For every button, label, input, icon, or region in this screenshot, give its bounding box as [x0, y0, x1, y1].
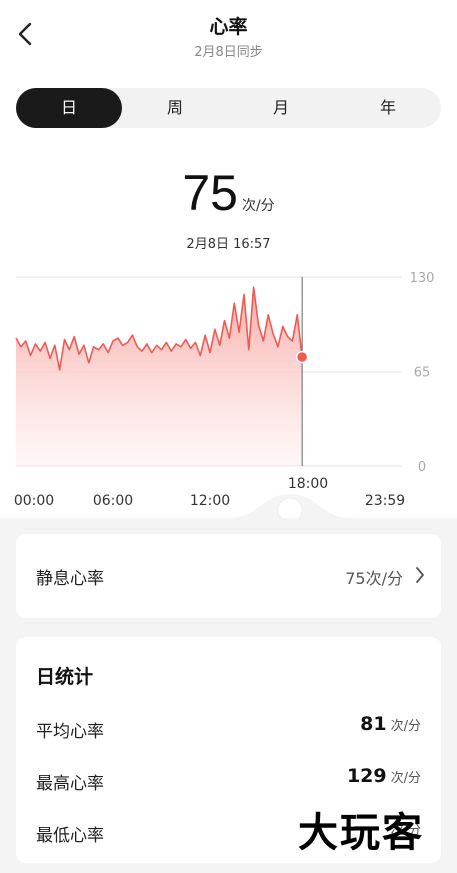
tab-year[interactable]: 年 — [335, 88, 441, 128]
current-value: 75 — [182, 165, 238, 221]
stat-value: 129 — [346, 765, 387, 787]
stat-row-max: 最高心率 129 次/分 — [36, 765, 421, 795]
cursor-dot — [295, 350, 309, 364]
header: 心率 2月8日同步 — [0, 0, 457, 70]
x-tick-label: 23:59 — [365, 493, 405, 509]
tab-day[interactable]: 日 — [16, 88, 122, 128]
stat-name: 平均心率 — [36, 722, 104, 742]
resting-value: 75次/分 — [345, 569, 403, 588]
y-tick-label: 65 — [414, 366, 431, 381]
stat-unit: 次/分 — [390, 719, 421, 734]
current-heart-rate: 75 次/分 — [0, 164, 457, 222]
sync-date: 2月8日同步 — [194, 45, 263, 60]
y-tick-label: 0 — [418, 460, 426, 475]
stat-value: 81 — [360, 713, 387, 735]
x-tick-label: 12:00 — [190, 493, 230, 509]
resting-label: 静息心率 — [36, 569, 104, 589]
x-tick-label: 06:00 — [93, 493, 133, 509]
tab-week[interactable]: 周 — [122, 88, 228, 128]
stat-row-average: 平均心率 81 次/分 — [36, 713, 421, 743]
tab-month[interactable]: 月 — [228, 88, 334, 128]
current-unit: 次/分 — [241, 198, 275, 214]
cursor-handle[interactable] — [277, 497, 303, 520]
daily-stats-heading: 日统计 — [36, 666, 94, 688]
chevron-right-icon — [416, 567, 424, 583]
heart-rate-area — [16, 287, 303, 466]
x-tick-label: 00:00 — [14, 493, 54, 509]
heart-rate-chart[interactable]: 130 65 0 00:00 06:00 12:00 18:00 23:59 — [0, 260, 457, 520]
y-tick-label: 130 — [410, 271, 435, 286]
period-tabs: 日 周 月 年 — [16, 88, 441, 128]
stat-name: 最低心率 — [36, 826, 104, 846]
x-tick-label: 18:00 — [288, 476, 328, 492]
stat-unit: 次/分 — [390, 771, 421, 786]
watermark-logo: 大玩客 — [298, 810, 424, 856]
resting-heart-rate-card[interactable]: 静息心率 75次/分 — [16, 534, 441, 618]
current-datetime: 2月8日 16:57 — [186, 237, 271, 252]
page-title: 心率 — [209, 16, 248, 38]
stat-name: 最高心率 — [36, 774, 104, 794]
